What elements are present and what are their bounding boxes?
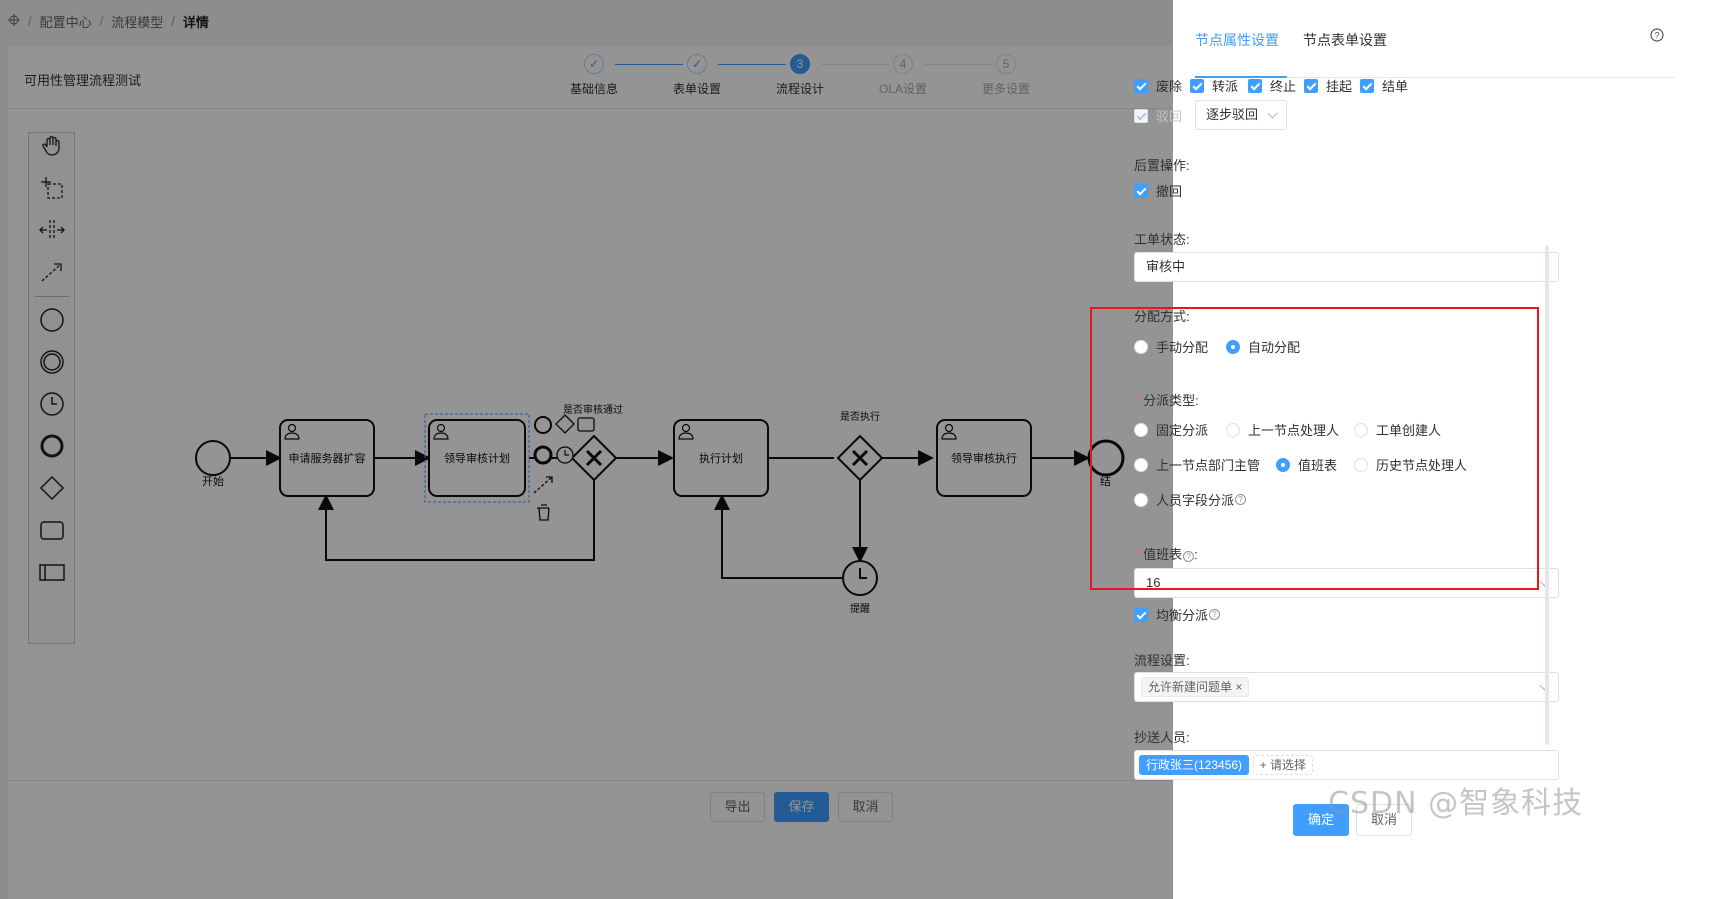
- checkbox-transfer[interactable]: 转派: [1190, 76, 1238, 95]
- cc-label: 抄送人员:: [1134, 730, 1190, 745]
- flow-settings-select[interactable]: 允许新建问题单 ×: [1134, 672, 1559, 702]
- status-input[interactable]: 审核中: [1134, 252, 1559, 282]
- svg-text:?: ?: [1654, 31, 1659, 41]
- checkbox-withdraw[interactable]: 撤回: [1134, 181, 1182, 200]
- chevron-down-icon: [1267, 108, 1278, 119]
- cc-person-tag[interactable]: 行政张三(123456): [1139, 755, 1250, 775]
- post-ops-label: 后置操作:: [1134, 158, 1190, 173]
- cc-input[interactable]: 行政张三(123456) + 请选择: [1134, 750, 1559, 780]
- help-icon[interactable]: ?: [1650, 28, 1664, 45]
- question-icon[interactable]: ?: [1209, 609, 1221, 620]
- workspace: / 配置中心 / 流程模型 / 详情 可用性管理流程测试 ✓ 基础信息 ✓ 表单…: [0, 0, 1173, 899]
- csdn-watermark: CSDN @智象科技: [1328, 786, 1584, 821]
- checkbox-balanced-dispatch[interactable]: 均衡分派?: [1134, 605, 1221, 624]
- cc-add-button[interactable]: + 请选择: [1252, 755, 1314, 775]
- checkbox-suspend[interactable]: 挂起: [1304, 76, 1352, 95]
- red-highlight-box: [1090, 307, 1539, 590]
- reject-mode-select[interactable]: 逐步驳回: [1195, 100, 1287, 130]
- checkbox-reject: 驳回: [1134, 106, 1182, 125]
- drawer-tabs: 节点属性设置 节点表单设置 ?: [1195, 0, 1675, 78]
- close-icon[interactable]: ×: [1235, 680, 1242, 694]
- tab-node-form[interactable]: 节点表单设置: [1303, 30, 1387, 50]
- flow-settings-label: 流程设置:: [1134, 653, 1190, 668]
- drawer-scrollbar[interactable]: [1545, 245, 1549, 745]
- modal-mask[interactable]: [0, 0, 1173, 899]
- checkbox-abolish[interactable]: 废除: [1134, 76, 1182, 95]
- checkbox-close[interactable]: 结单: [1360, 76, 1408, 95]
- status-label: 工单状态:: [1134, 232, 1190, 247]
- tab-node-properties[interactable]: 节点属性设置: [1195, 30, 1279, 50]
- checkbox-terminate[interactable]: 终止: [1248, 76, 1296, 95]
- flow-tag: 允许新建问题单 ×: [1141, 677, 1250, 697]
